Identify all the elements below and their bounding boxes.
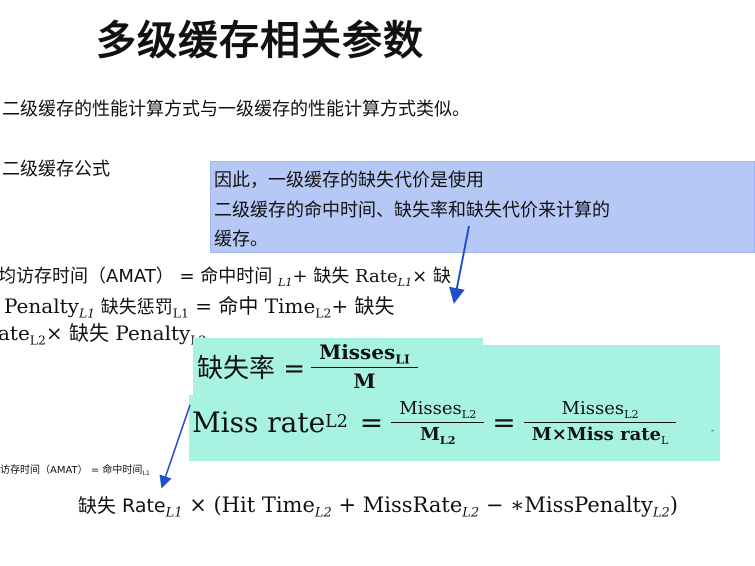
- annotation-arrows: [159, 225, 470, 489]
- note-arrow: [449, 225, 470, 304]
- formula-arrow: [159, 404, 191, 489]
